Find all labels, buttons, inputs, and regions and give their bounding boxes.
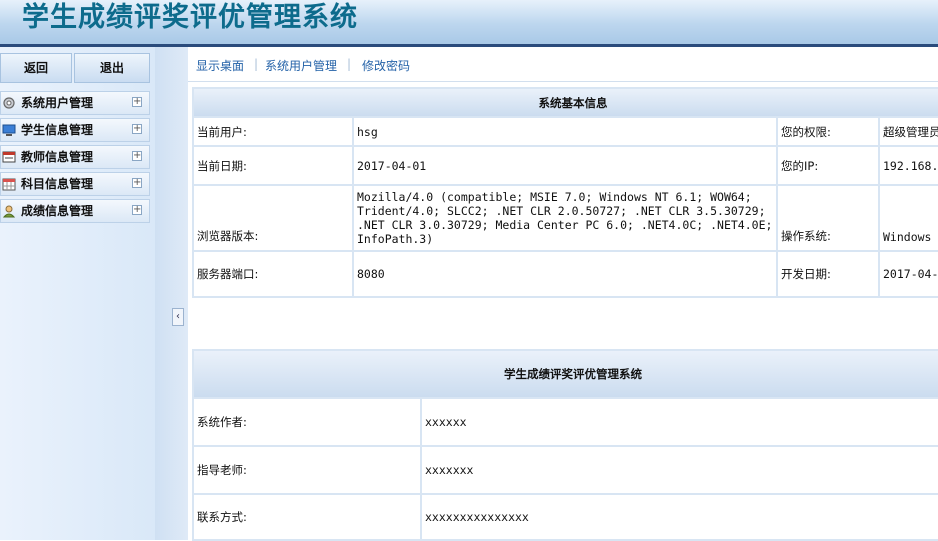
sidebar-item-label: 科目信息管理 [21, 177, 94, 191]
gear-icon [2, 96, 16, 110]
tab-change-password[interactable]: 修改密码 [362, 57, 410, 74]
sidebar-item-label: 成绩信息管理 [21, 204, 94, 218]
about-table: 学生成绩评奖评优管理系统 系统作者: xxxxxx 指导老师: xxxxxxx … [192, 349, 938, 541]
tab-separator: | [254, 57, 259, 71]
sidebar-top-buttons: 返回 退出 [0, 53, 150, 83]
tab-desktop[interactable]: 显示桌面 [196, 57, 244, 74]
port-value: 8080 [352, 250, 778, 298]
current-user-value: hsg [352, 116, 778, 147]
dev-date-value: 2017-04-0: [878, 250, 938, 298]
sidebar-item-grades[interactable]: 成绩信息管理 + [0, 199, 150, 223]
tab-system-users[interactable]: 系统用户管理 [265, 57, 337, 74]
expand-icon[interactable]: + [132, 97, 142, 107]
dev-date-label: 开发日期: [776, 250, 880, 298]
sidebar-item-label: 教师信息管理 [21, 150, 94, 164]
sidebar: 返回 退出 系统用户管理 + 学生信息管理 + 教师信息管理 + 科目信息管理 … [0, 47, 155, 540]
sidebar-item-teachers[interactable]: 教师信息管理 + [0, 145, 150, 169]
system-info-table: 系统基本信息 当前用户: hsg 您的权限: 超级管理员 当前日期: 2017-… [192, 87, 938, 298]
sidebar-item-system-users[interactable]: 系统用户管理 + [0, 91, 150, 115]
author-label: 系统作者: [192, 397, 422, 447]
tab-separator: | [347, 57, 352, 71]
os-value: Windows V: [878, 184, 938, 252]
permission-label: 您的权限: [776, 116, 880, 147]
sidebar-splitter [155, 47, 188, 540]
system-info-title: 系统基本信息 [192, 87, 938, 118]
sidebar-menu: 系统用户管理 + 学生信息管理 + 教师信息管理 + 科目信息管理 + 成绩信息… [0, 91, 150, 226]
permission-value: 超级管理员 [878, 116, 938, 147]
monitor-icon [2, 123, 16, 137]
user-icon [2, 204, 16, 218]
ip-value: 192.168.0. [878, 145, 938, 186]
date-label: 当前日期: [192, 145, 354, 186]
port-label: 服务器端口: [192, 250, 354, 298]
expand-icon[interactable]: + [132, 178, 142, 188]
browser-label: 浏览器版本: [192, 184, 354, 252]
back-button[interactable]: 返回 [0, 53, 72, 83]
expand-icon[interactable]: + [132, 124, 142, 134]
exit-button[interactable]: 退出 [74, 53, 150, 83]
date-value: 2017-04-01 [352, 145, 778, 186]
teacher-label: 指导老师: [192, 445, 422, 495]
app-title: 学生成绩评奖评优管理系统 [22, 2, 358, 33]
main-content: 显示桌面 | 系统用户管理 | 修改密码 系统基本信息 当前用户: hsg 您的… [188, 47, 938, 541]
os-label: 操作系统: [776, 184, 880, 252]
contact-value: xxxxxxxxxxxxxxx [420, 493, 938, 541]
teacher-value: xxxxxxx [420, 445, 938, 495]
current-user-label: 当前用户: [192, 116, 354, 147]
sidebar-item-subjects[interactable]: 科目信息管理 + [0, 172, 150, 196]
about-title: 学生成绩评奖评优管理系统 [192, 349, 938, 399]
expand-icon[interactable]: + [132, 151, 142, 161]
tab-bar: 显示桌面 | 系统用户管理 | 修改密码 [188, 47, 938, 82]
collapse-sidebar-button[interactable]: ‹ [172, 308, 184, 326]
expand-icon[interactable]: + [132, 205, 142, 215]
calendar-icon [2, 177, 16, 191]
ip-label: 您的IP: [776, 145, 880, 186]
sidebar-item-label: 学生信息管理 [21, 123, 94, 137]
browser-value: Mozilla/4.0 (compatible; MSIE 7.0; Windo… [352, 184, 778, 252]
sidebar-item-students[interactable]: 学生信息管理 + [0, 118, 150, 142]
sidebar-item-label: 系统用户管理 [21, 96, 94, 110]
author-value: xxxxxx [420, 397, 938, 447]
book-icon [2, 150, 16, 164]
header: 学生成绩评奖评优管理系统 [0, 0, 938, 44]
contact-label: 联系方式: [192, 493, 422, 541]
